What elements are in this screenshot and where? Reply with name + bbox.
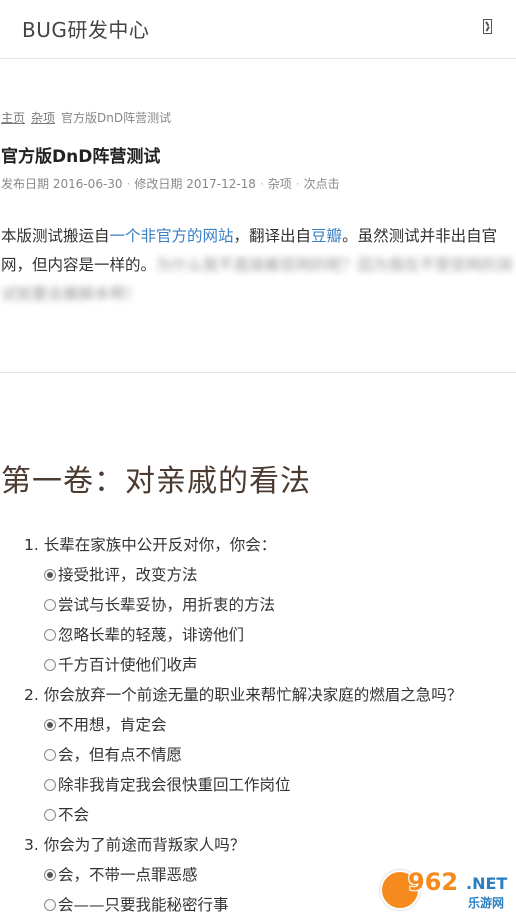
- menu-icon[interactable]: [483, 19, 492, 34]
- radio-button[interactable]: [44, 779, 56, 791]
- radio-button[interactable]: [44, 869, 56, 881]
- douban-link[interactable]: 豆瓣: [311, 227, 342, 245]
- answer-option[interactable]: 不会: [24, 800, 514, 830]
- radio-button[interactable]: [44, 809, 56, 821]
- option-label: 会，不带一点罪恶感: [58, 866, 198, 884]
- watermark-logo: 962 .NET 乐游网: [380, 866, 512, 914]
- question-text: 2. 你会放弃一个前途无量的职业来帮忙解决家庭的燃眉之急吗？: [24, 686, 463, 704]
- answer-option[interactable]: 尝试与长辈妥协，用折衷的方法: [24, 590, 514, 620]
- radio-button[interactable]: [44, 569, 56, 581]
- modified-date: 修改日期 2017-12-18: [134, 177, 256, 191]
- question: 2. 你会放弃一个前途无量的职业来帮忙解决家庭的燃眉之急吗？ 不用想，肯定会 会…: [24, 680, 514, 830]
- site-header: BUG研发中心: [0, 0, 516, 59]
- option-label: 千方百计使他们收声: [58, 656, 198, 674]
- view-count: 次点击: [303, 177, 340, 191]
- option-label: 尝试与长辈妥协，用折衷的方法: [58, 596, 276, 614]
- option-label: 除非我肯定我会很快重回工作岗位: [58, 776, 291, 794]
- option-label: 忽略长辈的轻蔑，诽谤他们: [58, 626, 245, 644]
- option-label: 不用想，肯定会: [58, 716, 167, 734]
- page-title: 官方版DnD阵营测试: [1, 147, 161, 167]
- answer-option[interactable]: 除非我肯定我会很快重回工作岗位: [24, 770, 514, 800]
- published-date: 发布日期 2016-06-30: [1, 177, 123, 191]
- radio-button[interactable]: [44, 659, 56, 671]
- option-label: 会，但有点不情愿: [58, 746, 183, 764]
- quiz: 1. 长辈在家族中公开反对你，你会： 接受批评，改变方法 尝试与长辈妥协，用折衷…: [24, 530, 514, 920]
- watermark-number: 962: [408, 868, 459, 896]
- breadcrumb-category[interactable]: 杂项: [31, 111, 55, 125]
- answer-option[interactable]: 忽略长辈的轻蔑，诽谤他们: [24, 620, 514, 650]
- option-label: 会——只要我能秘密行事: [58, 896, 229, 914]
- question-text: 1. 长辈在家族中公开反对你，你会：: [24, 536, 277, 554]
- intro-text: ，翻译出自: [233, 227, 312, 245]
- answer-option[interactable]: 不用想，肯定会: [24, 710, 514, 740]
- breadcrumb-current: 官方版DnD阵营测试: [61, 111, 172, 125]
- breadcrumb: 主页 杂项 官方版DnD阵营测试: [1, 109, 171, 126]
- answer-option[interactable]: 接受批评，改变方法: [24, 560, 514, 590]
- intro-paragraph: 本版测试搬运自一个非官方的网站，翻译出自豆瓣。虽然测试并非出自官网，但内容是一样…: [1, 222, 513, 309]
- radio-button[interactable]: [44, 749, 56, 761]
- meta-category[interactable]: 杂项: [268, 177, 292, 191]
- watermark-net: .NET: [466, 874, 508, 893]
- site-title[interactable]: BUG研发中心: [22, 14, 149, 43]
- question: 1. 长辈在家族中公开反对你，你会： 接受批评，改变方法 尝试与长辈妥协，用折衷…: [24, 530, 514, 680]
- question-text: 3. 你会为了前途而背叛家人吗？: [24, 836, 246, 854]
- section-heading: 第一卷：对亲戚的看法: [1, 464, 311, 499]
- radio-button[interactable]: [44, 599, 56, 611]
- option-label: 不会: [58, 806, 90, 824]
- radio-button[interactable]: [44, 899, 56, 911]
- answer-option[interactable]: 会，但有点不情愿: [24, 740, 514, 770]
- radio-button[interactable]: [44, 629, 56, 641]
- radio-button[interactable]: [44, 719, 56, 731]
- post-meta: 发布日期 2016-06-30 · 修改日期 2017-12-18 · 杂项 · 次点击: [1, 177, 340, 191]
- source-link[interactable]: 一个非官方的网站: [110, 227, 234, 245]
- divider: [0, 372, 516, 373]
- option-label: 接受批评，改变方法: [58, 566, 198, 584]
- watermark-subtitle: 乐游网: [468, 896, 505, 910]
- answer-option[interactable]: 千方百计使他们收声: [24, 650, 514, 680]
- breadcrumb-home[interactable]: 主页: [1, 111, 25, 125]
- intro-text: 本版测试搬运自: [1, 227, 110, 245]
